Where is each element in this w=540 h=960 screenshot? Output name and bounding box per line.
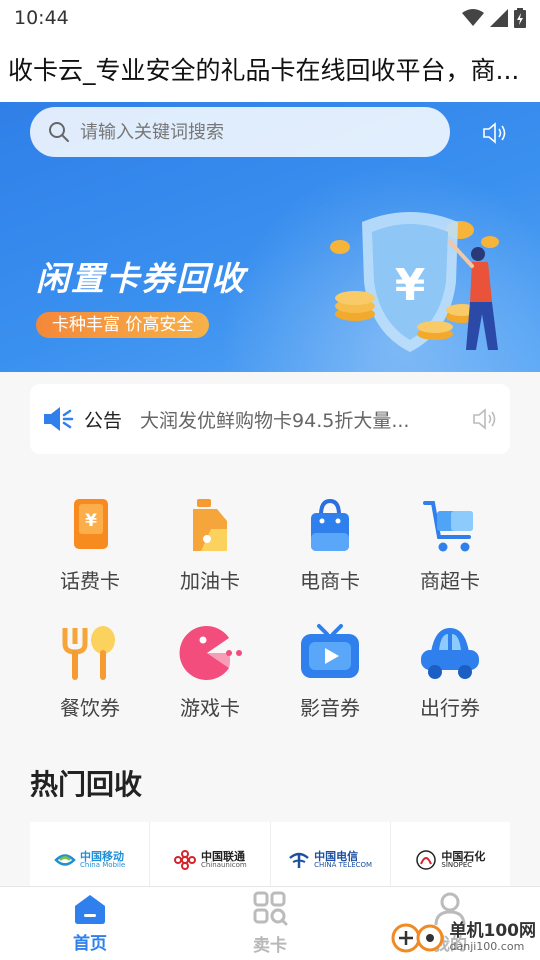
tab-sell-card[interactable]: 卖卡 bbox=[180, 887, 360, 960]
sinopec-logo bbox=[416, 850, 437, 870]
fuel-can-icon bbox=[193, 499, 227, 551]
search-icon bbox=[49, 122, 69, 142]
hot-item-en: CHINA TELECOM bbox=[314, 861, 373, 870]
category-label: 影音券 bbox=[300, 696, 360, 720]
signal-icon bbox=[490, 9, 508, 27]
category-travel-voucher[interactable]: 出行券 bbox=[390, 622, 510, 721]
category-supermarket-card[interactable]: 商超卡 bbox=[390, 495, 510, 594]
shopping-cart-icon bbox=[423, 501, 473, 552]
category-label: 电商卡 bbox=[300, 569, 360, 593]
hot-item-en: SINOPEC bbox=[441, 861, 473, 870]
page-title: 收卡云_专业安全的礼品卡在线回收平台，商... bbox=[8, 56, 520, 85]
category-grid: ¥ 话费卡 加油卡 电商卡 商超卡 餐饮券 游戏卡 影音券 出行券 bbox=[30, 495, 510, 721]
search-bar[interactable] bbox=[30, 107, 450, 157]
hot-item-china-mobile[interactable]: 中国移动 China Mobile bbox=[30, 822, 151, 888]
watermark-name: 单机100网 bbox=[449, 921, 537, 942]
status-bar: 10:44 bbox=[0, 0, 540, 36]
tab-label: 首页 bbox=[73, 934, 107, 954]
shield-coins-illustration: ¥ bbox=[330, 212, 499, 352]
china-telecom-logo bbox=[289, 852, 309, 868]
notice-bar[interactable]: 公告 大润发优鲜购物卡94.5折大量... bbox=[30, 384, 510, 454]
hot-item-en: Chinaunicom bbox=[200, 861, 247, 870]
hot-section-title: 热门回收 bbox=[30, 768, 143, 801]
category-ecommerce-card[interactable]: 电商卡 bbox=[270, 495, 390, 594]
banner-tagline: 卡种丰富 价高安全 bbox=[36, 312, 210, 338]
category-fuel-card[interactable]: 加油卡 bbox=[150, 495, 270, 594]
fork-spoon-icon bbox=[62, 626, 115, 680]
notice-text[interactable]: 大润发优鲜购物卡94.5折大量... bbox=[140, 406, 430, 433]
category-label: 游戏卡 bbox=[180, 696, 240, 720]
tab-label: 卖卡 bbox=[253, 936, 287, 956]
tab-home[interactable]: 首页 bbox=[0, 887, 180, 960]
grid-search-icon bbox=[253, 891, 288, 926]
shopping-bag-icon bbox=[311, 498, 349, 551]
category-phone-card[interactable]: ¥ 话费卡 bbox=[30, 495, 150, 594]
category-label: 餐饮券 bbox=[60, 696, 120, 720]
phone-card-icon: ¥ bbox=[74, 499, 108, 549]
tv-play-icon bbox=[301, 624, 359, 678]
search-input[interactable] bbox=[80, 121, 400, 143]
status-time: 10:44 bbox=[14, 7, 69, 29]
wifi-icon bbox=[462, 9, 484, 26]
category-label: 话费卡 bbox=[60, 569, 120, 593]
hero-banner[interactable]: 闲置卡券回收 卡种丰富 价高安全 ¥ bbox=[0, 102, 540, 372]
category-media-voucher[interactable]: 影音券 bbox=[270, 622, 390, 721]
notice-label: 公告 bbox=[84, 409, 123, 432]
svg-text:¥: ¥ bbox=[85, 511, 97, 531]
megaphone-icon bbox=[44, 407, 74, 431]
watermark-url: danji100.com bbox=[449, 940, 525, 954]
speaker-icon[interactable] bbox=[472, 408, 498, 430]
car-icon bbox=[421, 628, 479, 679]
status-icons bbox=[462, 8, 526, 28]
watermark: 单机100网 danji100.com bbox=[390, 918, 537, 958]
category-game-card[interactable]: 游戏卡 bbox=[150, 622, 270, 721]
china-unicom-logo bbox=[173, 850, 196, 870]
china-mobile-logo bbox=[54, 854, 76, 866]
category-label: 商超卡 bbox=[420, 569, 480, 593]
category-label: 出行券 bbox=[420, 696, 480, 720]
hot-item-sinopec[interactable]: 中国石化 SINOPEC bbox=[391, 822, 510, 888]
category-label: 加油卡 bbox=[180, 569, 240, 593]
speaker-icon[interactable] bbox=[482, 122, 508, 144]
watermark-logo bbox=[391, 923, 443, 953]
hot-item-en: China Mobile bbox=[80, 861, 126, 870]
category-dining-voucher[interactable]: 餐饮券 bbox=[30, 622, 150, 721]
svg-text:¥: ¥ bbox=[395, 260, 426, 311]
home-icon bbox=[75, 895, 105, 924]
battery-icon bbox=[514, 8, 526, 28]
pacman-icon bbox=[179, 626, 242, 680]
page-title-bar: 收卡云_专业安全的礼品卡在线回收平台，商... bbox=[0, 36, 540, 102]
banner-title: 闲置卡券回收 bbox=[36, 259, 246, 298]
hot-item-china-unicom[interactable]: 中国联通 Chinaunicom bbox=[150, 822, 271, 888]
hot-item-china-telecom[interactable]: 中国电信 CHINA TELECOM bbox=[271, 822, 391, 888]
hot-list: 中国移动 China Mobile 中国联通 Chinaunicom 中国电信 CHI… bbox=[30, 822, 510, 888]
